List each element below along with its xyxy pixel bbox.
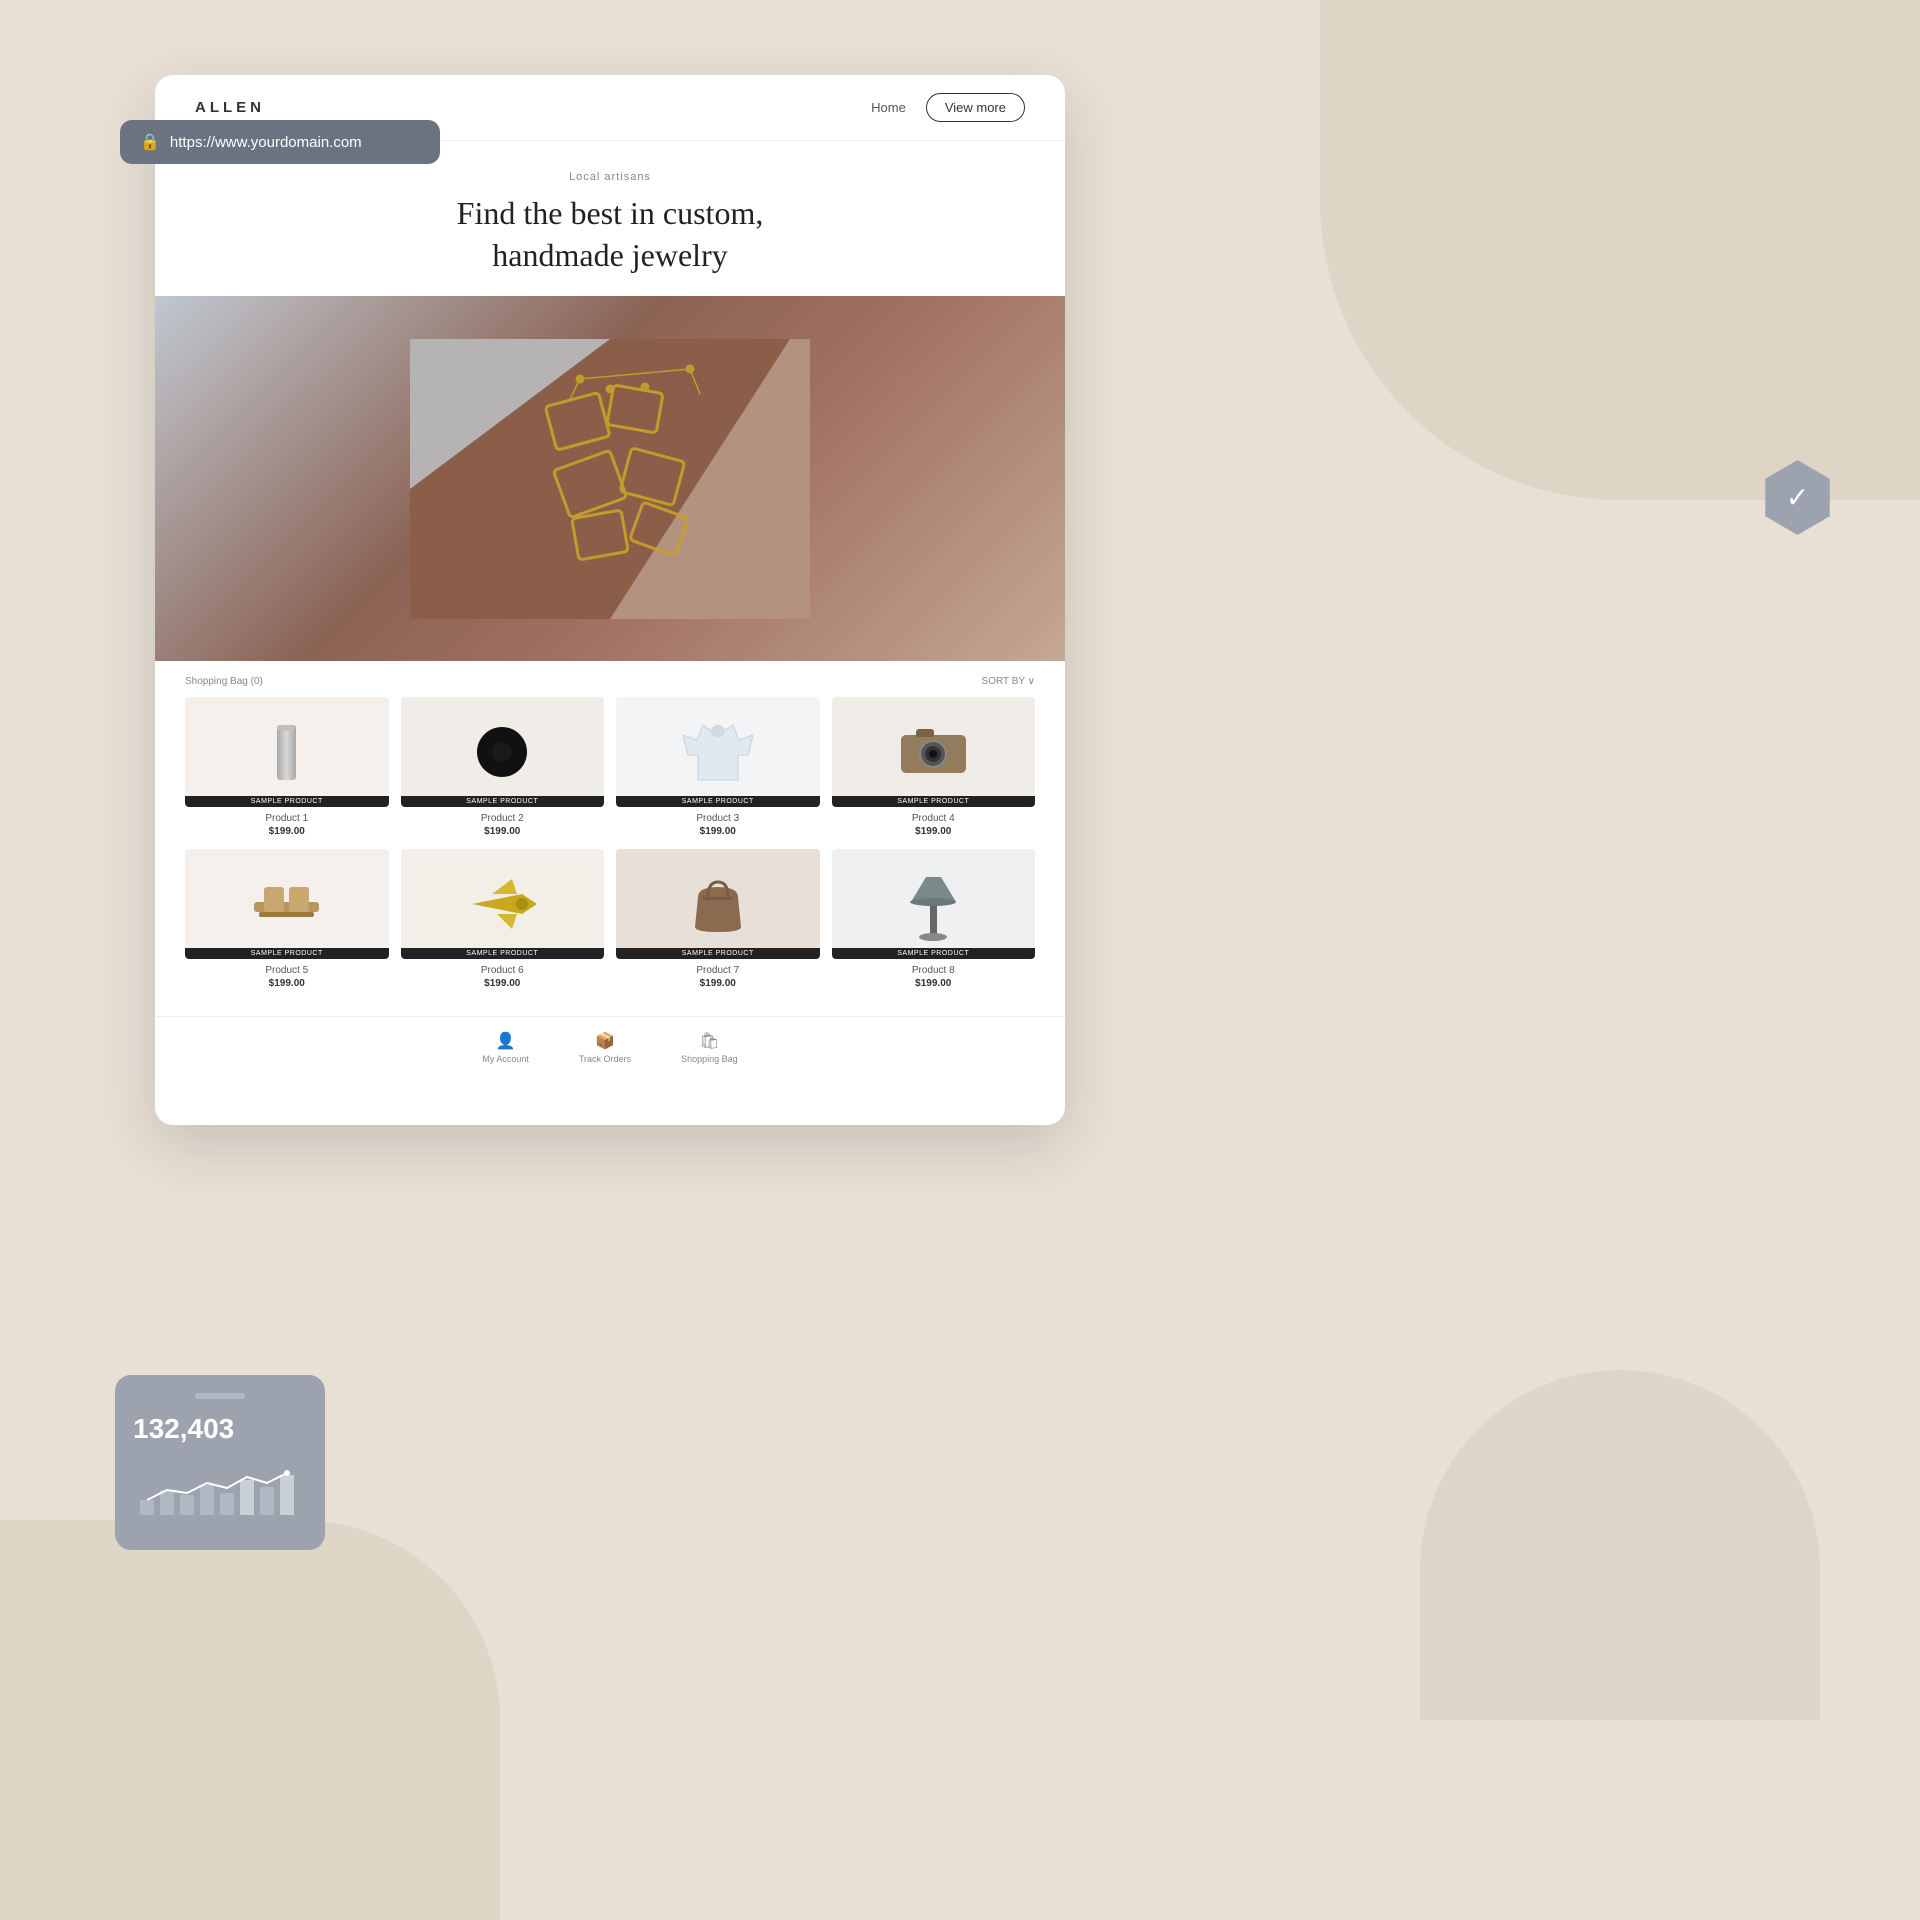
account-icon: 👤 bbox=[496, 1031, 516, 1051]
product-name-5: Product 5 bbox=[265, 965, 308, 976]
product-price-5: $199.00 bbox=[269, 978, 305, 989]
product-image-6: SAMPLE PRODUCT bbox=[401, 849, 605, 959]
product-card-1[interactable]: SAMPLE PRODUCT Product 1 $199.00 bbox=[185, 697, 389, 837]
products-header: Shopping Bag (0) SORT BY ∨ bbox=[185, 676, 1035, 687]
stat-number: 132,403 bbox=[133, 1413, 307, 1445]
hero-section: Local artisans Find the best in custom, … bbox=[155, 141, 1065, 296]
product-price-8: $199.00 bbox=[915, 978, 951, 989]
chart-area bbox=[133, 1455, 307, 1515]
bg-shape-top-right bbox=[1320, 0, 1920, 500]
product-card-4[interactable]: SAMPLE PRODUCT Product 4 $199.00 bbox=[832, 697, 1036, 837]
product-image-7: SAMPLE PRODUCT bbox=[616, 849, 820, 959]
product-card-3[interactable]: SAMPLE PRODUCT Product 3 $199.00 bbox=[616, 697, 820, 837]
footer-item-account[interactable]: 👤 My Account bbox=[482, 1031, 529, 1064]
orders-icon: 📦 bbox=[595, 1031, 615, 1051]
product-image-5: SAMPLE PRODUCT bbox=[185, 849, 389, 959]
products-grid-row2: SAMPLE PRODUCT Product 5 $199.00 SAMPLE … bbox=[185, 849, 1035, 989]
sort-by[interactable]: SORT BY ∨ bbox=[982, 676, 1035, 687]
product-badge-7: SAMPLE PRODUCT bbox=[616, 948, 820, 959]
product-name-8: Product 8 bbox=[912, 965, 955, 976]
shopping-bag-label: Shopping Bag (0) bbox=[185, 676, 263, 687]
products-section: Shopping Bag (0) SORT BY ∨ SAMPLE PRODUC… bbox=[155, 661, 1065, 1016]
product-name-3: Product 3 bbox=[696, 813, 739, 824]
site-footer: 👤 My Account 📦 Track Orders 🛍 Shopping B… bbox=[155, 1016, 1065, 1078]
products-grid-row1: SAMPLE PRODUCT Product 1 $199.00 SAMPLE … bbox=[185, 697, 1035, 837]
jewelry-svg bbox=[410, 339, 810, 619]
stats-card: 132,403 bbox=[115, 1375, 325, 1550]
product-badge-1: SAMPLE PRODUCT bbox=[185, 796, 389, 807]
chart-svg bbox=[133, 1455, 307, 1515]
nav-links: Home View more bbox=[871, 93, 1025, 122]
card-handle bbox=[195, 1393, 245, 1399]
product-image-8: SAMPLE PRODUCT bbox=[832, 849, 1036, 959]
footer-item-bag[interactable]: 🛍 Shopping Bag bbox=[681, 1031, 738, 1064]
footer-item-orders[interactable]: 📦 Track Orders bbox=[579, 1031, 631, 1064]
product-name-7: Product 7 bbox=[696, 965, 739, 976]
product-badge-4: SAMPLE PRODUCT bbox=[832, 796, 1036, 807]
product-badge-5: SAMPLE PRODUCT bbox=[185, 948, 389, 959]
product-price-1: $199.00 bbox=[269, 826, 305, 837]
hero-tagline: Local artisans bbox=[195, 171, 1025, 183]
site-logo: ALLEN bbox=[195, 99, 265, 116]
hero-image bbox=[155, 296, 1065, 661]
product-card-6[interactable]: SAMPLE PRODUCT Product 6 $199.00 bbox=[401, 849, 605, 989]
bag-icon: 🛍 bbox=[699, 1031, 719, 1051]
product-image-4: SAMPLE PRODUCT bbox=[832, 697, 1036, 807]
lock-icon: 🔒 bbox=[140, 132, 160, 152]
url-bar[interactable]: 🔒 https://www.yourdomain.com bbox=[120, 120, 440, 164]
product-badge-2: SAMPLE PRODUCT bbox=[401, 796, 605, 807]
product-card-8[interactable]: SAMPLE PRODUCT Product 8 $199.00 bbox=[832, 849, 1036, 989]
product-name-1: Product 1 bbox=[265, 813, 308, 824]
product-price-2: $199.00 bbox=[484, 826, 520, 837]
product-card-7[interactable]: SAMPLE PRODUCT Product 7 $199.00 bbox=[616, 849, 820, 989]
product-badge-3: SAMPLE PRODUCT bbox=[616, 796, 820, 807]
footer-label-bag: Shopping Bag bbox=[681, 1054, 738, 1064]
product-price-3: $199.00 bbox=[700, 826, 736, 837]
footer-label-orders: Track Orders bbox=[579, 1054, 631, 1064]
product-card-2[interactable]: SAMPLE PRODUCT Product 2 $199.00 bbox=[401, 697, 605, 837]
product-name-4: Product 4 bbox=[912, 813, 955, 824]
product-price-6: $199.00 bbox=[484, 978, 520, 989]
product-badge-8: SAMPLE PRODUCT bbox=[832, 948, 1036, 959]
hero-title-line2: handmade jewelry bbox=[492, 237, 727, 273]
bg-shape-bottom-left bbox=[0, 1520, 500, 1920]
hero-title: Find the best in custom, handmade jewelr… bbox=[195, 193, 1025, 276]
url-text: https://www.yourdomain.com bbox=[170, 134, 362, 151]
home-link[interactable]: Home bbox=[871, 100, 906, 115]
product-badge-6: SAMPLE PRODUCT bbox=[401, 948, 605, 959]
product-name-6: Product 6 bbox=[481, 965, 524, 976]
view-more-button[interactable]: View more bbox=[926, 93, 1025, 122]
product-image-1: SAMPLE PRODUCT bbox=[185, 697, 389, 807]
hero-title-line1: Find the best in custom, bbox=[457, 195, 764, 231]
check-icon: ✓ bbox=[1786, 481, 1809, 515]
browser-frame: ALLEN Home View more Local artisans Find… bbox=[155, 75, 1065, 1125]
product-card-5[interactable]: SAMPLE PRODUCT Product 5 $199.00 bbox=[185, 849, 389, 989]
footer-label-account: My Account bbox=[482, 1054, 529, 1064]
product-price-4: $199.00 bbox=[915, 826, 951, 837]
product-image-3: SAMPLE PRODUCT bbox=[616, 697, 820, 807]
product-name-2: Product 2 bbox=[481, 813, 524, 824]
product-price-7: $199.00 bbox=[700, 978, 736, 989]
bg-shape-middle bbox=[1420, 1370, 1820, 1720]
product-image-2: SAMPLE PRODUCT bbox=[401, 697, 605, 807]
